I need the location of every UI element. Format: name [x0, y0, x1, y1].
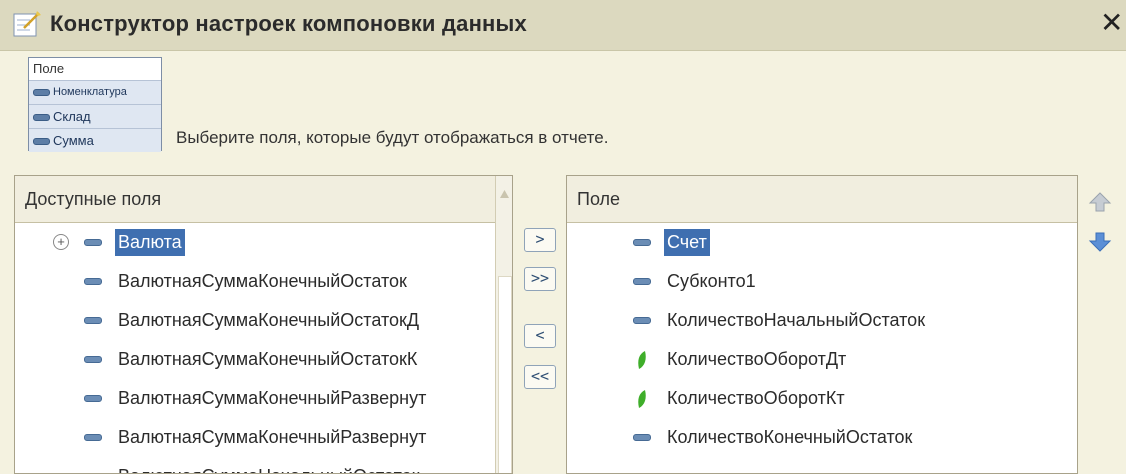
field-icon — [84, 278, 102, 285]
field-icon — [84, 356, 102, 363]
legend-item: Склад — [29, 104, 161, 128]
list-item[interactable]: ВалютнаяСуммаКонечныйОстатокК — [15, 340, 512, 379]
list-item[interactable]: ВалютнаяСуммаКонечныйРазвернут — [15, 418, 512, 457]
field-icon — [33, 114, 50, 122]
close-icon[interactable]: ✕ — [1100, 8, 1123, 38]
field-icon — [84, 395, 102, 402]
list-item[interactable]: КоличествоОборотКт — [567, 379, 1077, 418]
legend-header: Поле — [33, 61, 65, 76]
field-icon — [633, 239, 651, 246]
available-fields-header: Доступные поля — [15, 176, 512, 223]
field-icon — [633, 434, 651, 441]
list-item[interactable]: КоличествоНачальныйОстаток — [567, 301, 1077, 340]
list-item[interactable]: КоличествоКонечныйОстаток — [567, 418, 1077, 457]
list-item[interactable]: ВалютнаяСуммаНачальныйОстаток — [15, 457, 512, 473]
wizard-icon — [13, 11, 41, 37]
scroll-thumb[interactable] — [498, 276, 512, 473]
resource-icon — [638, 390, 646, 408]
remove-all-fields-button[interactable]: << — [524, 365, 556, 389]
list-item[interactable]: ВалютнаяСуммаКонечныйРазвернут — [15, 379, 512, 418]
list-item[interactable]: Субконто1 — [567, 262, 1077, 301]
field-icon — [33, 138, 50, 146]
list-item[interactable]: Счет — [567, 223, 1077, 262]
selected-fields-header: Поле — [567, 176, 1077, 223]
available-fields-panel[interactable]: Доступные поля + Валюта ВалютнаяСуммаКон… — [14, 175, 513, 474]
add-field-button[interactable]: > — [524, 228, 556, 252]
resource-icon — [638, 351, 646, 369]
remove-field-button[interactable]: < — [524, 324, 556, 348]
field-icon — [84, 239, 102, 246]
list-item[interactable]: + Валюта — [15, 223, 512, 262]
field-icon — [84, 317, 102, 324]
add-all-fields-button[interactable]: >> — [524, 267, 556, 291]
scroll-up-icon[interactable] — [499, 189, 510, 199]
hint-text: Выберите поля, которые будут отображатьс… — [176, 128, 609, 147]
move-down-icon[interactable] — [1088, 230, 1112, 254]
list-item[interactable]: ВалютнаяСуммаКонечныйОстатокД — [15, 301, 512, 340]
field-icon — [633, 317, 651, 324]
expand-icon[interactable]: + — [53, 234, 69, 250]
list-item[interactable]: КоличествоОборотДт — [567, 340, 1077, 379]
move-up-icon[interactable] — [1088, 190, 1112, 214]
legend-item: Номенклатура — [29, 80, 161, 104]
selected-fields-panel[interactable]: Поле Счет Субконто1 КоличествоНачальныйО… — [566, 175, 1078, 474]
field-icon — [33, 88, 50, 96]
list-item[interactable]: ВалютнаяСуммаКонечныйОстаток — [15, 262, 512, 301]
window-title: Конструктор настроек компоновки данных — [50, 11, 527, 36]
legend-item: Сумма — [29, 128, 161, 152]
fields-legend: Поле Номенклатура Склад Сумма — [28, 57, 162, 152]
field-icon — [84, 434, 102, 441]
field-icon — [633, 278, 651, 285]
vertical-scrollbar[interactable] — [495, 176, 512, 473]
title-bar: Конструктор настроек компоновки данных ✕ — [0, 0, 1126, 51]
